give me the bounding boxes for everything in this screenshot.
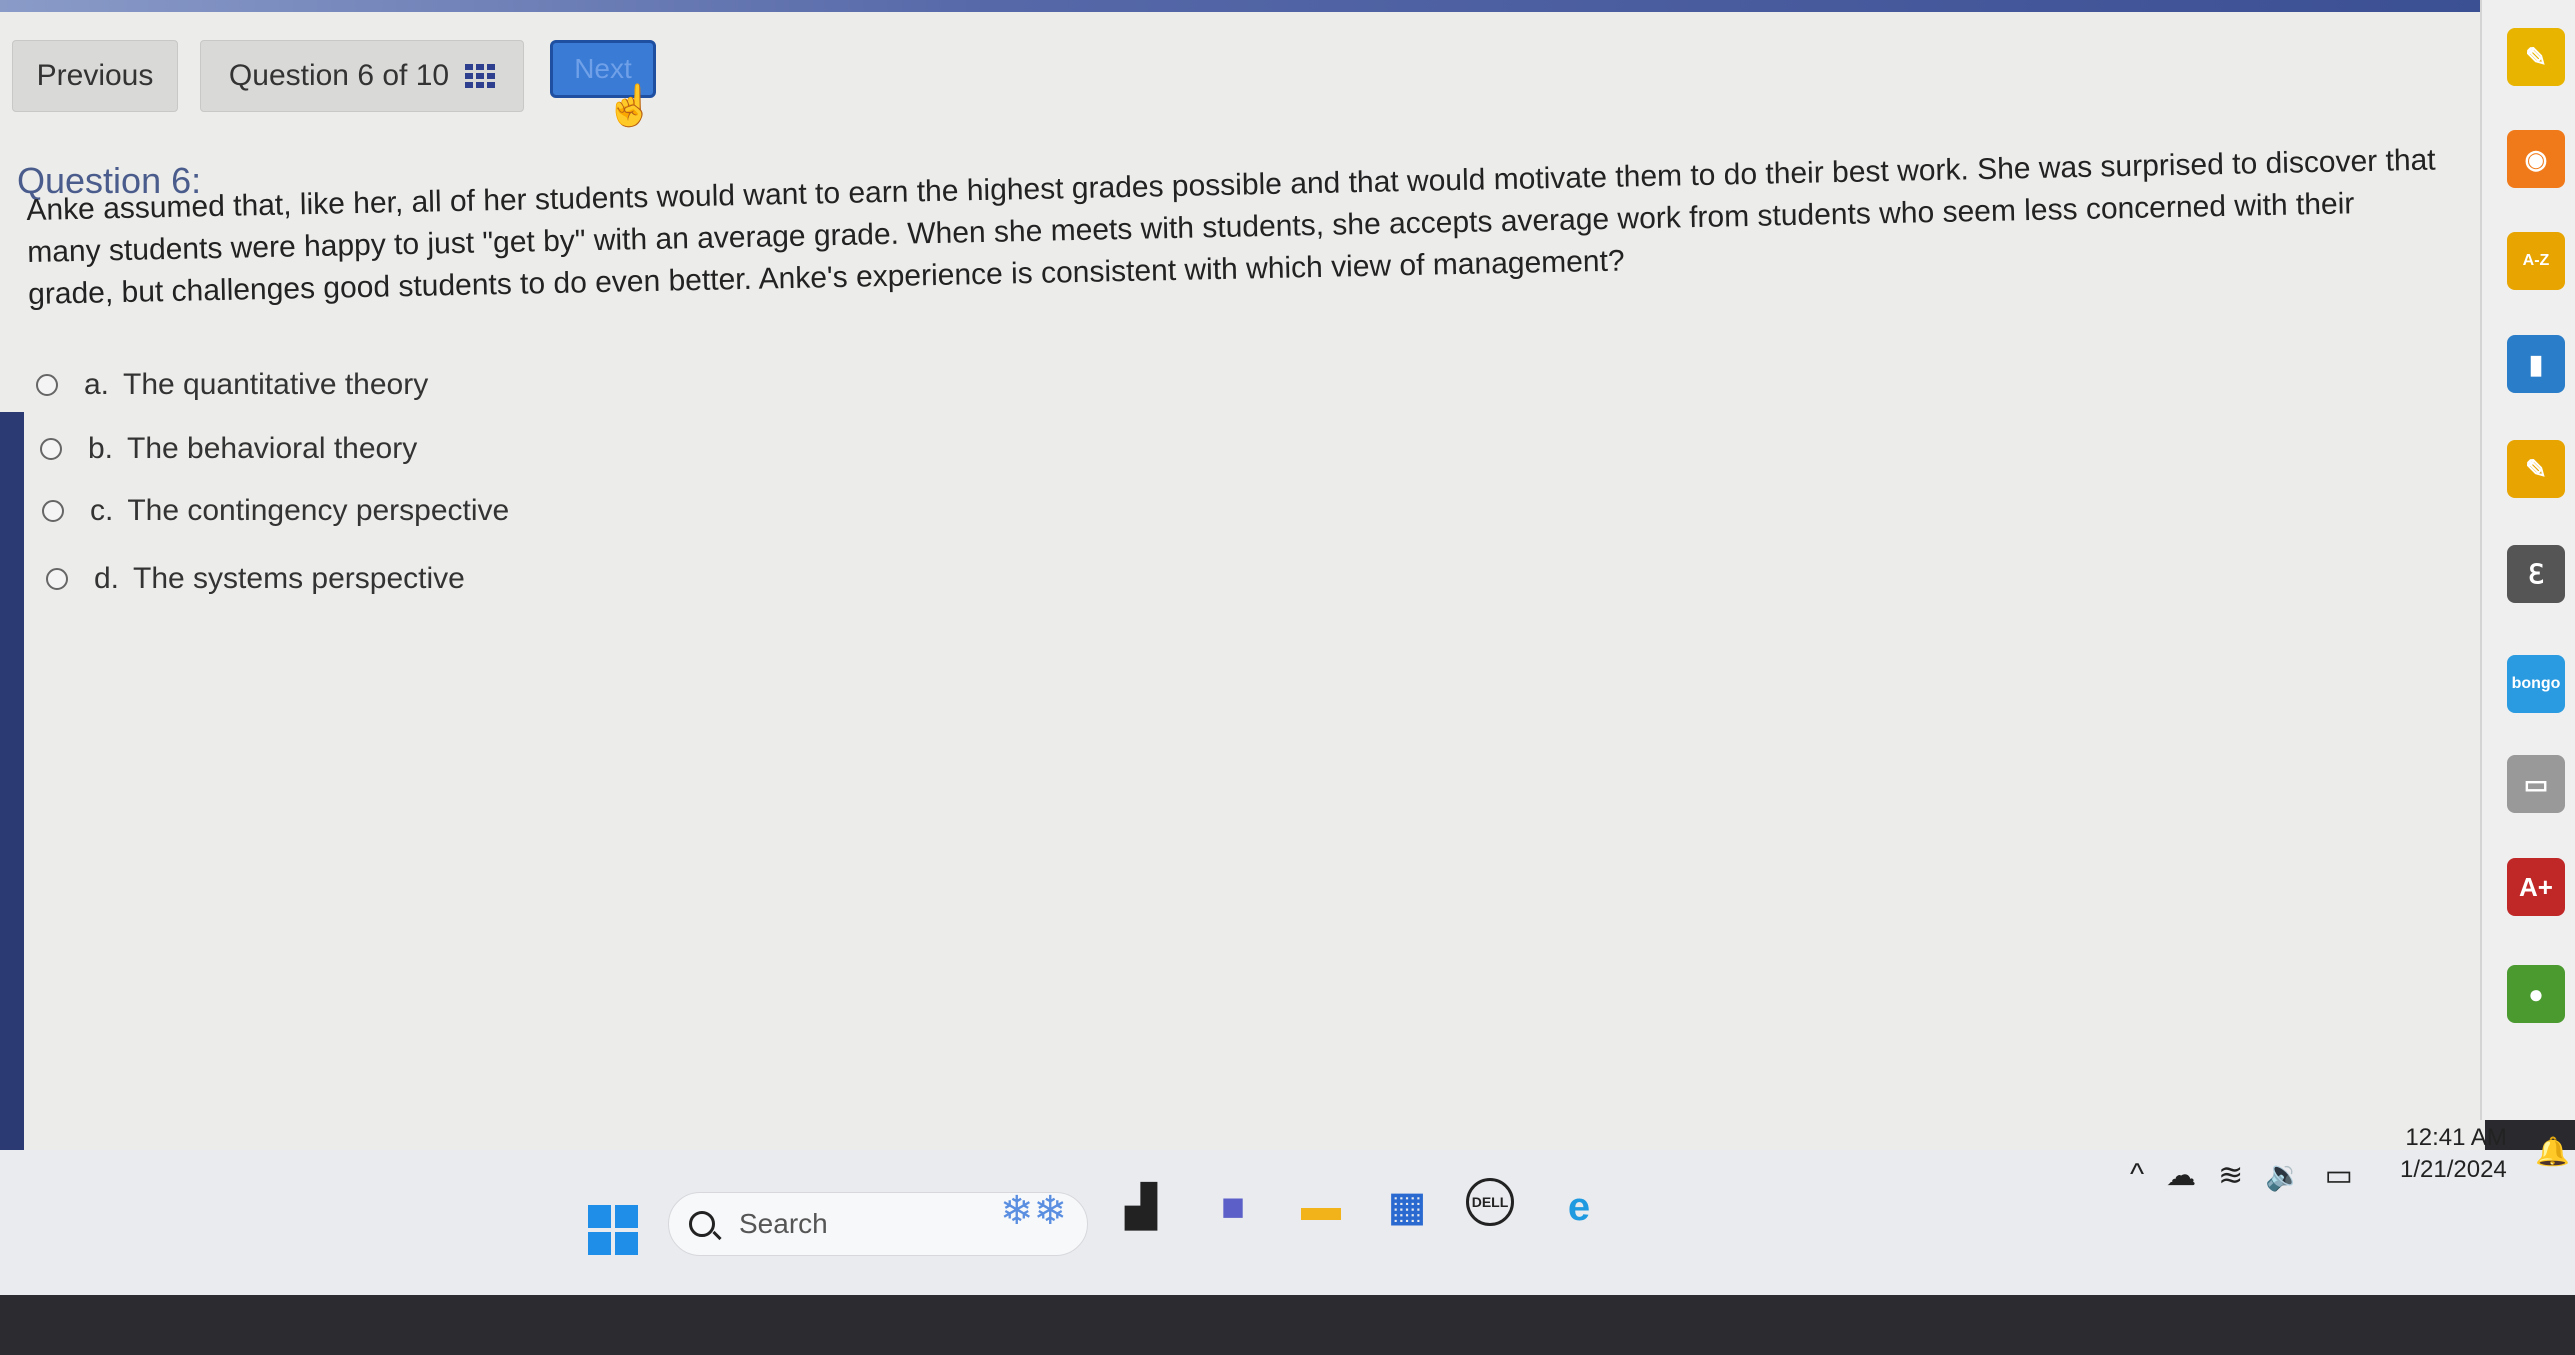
radio-button[interactable] — [46, 568, 68, 590]
taskbar-clock[interactable]: 12:41 AM 1/21/2024 — [2400, 1122, 2507, 1186]
hand-cursor-icon: ☝ — [605, 84, 655, 128]
volume-icon[interactable]: 🔉 — [2265, 1158, 2302, 1193]
screen: Previous Question 6 of 10 Next ☝ Questio… — [0, 0, 2575, 1355]
previous-button[interactable]: Previous — [12, 40, 178, 112]
left-shadow — [0, 412, 24, 1212]
dell-icon[interactable]: DELL — [1466, 1178, 1514, 1226]
windows-start-icon[interactable] — [588, 1205, 638, 1255]
a-z-icon[interactable]: A-Z — [2507, 232, 2565, 290]
book-icon[interactable]: ▮ — [2507, 335, 2565, 393]
flashcard-icon[interactable]: ▭ — [2507, 755, 2565, 813]
grid-icon — [465, 64, 496, 88]
question-counter-label: Question 6 of 10 — [228, 59, 450, 92]
clock-date: 1/21/2024 — [2400, 1156, 2507, 1183]
answer-option-b[interactable]: b. The behavioral theory — [40, 432, 417, 466]
snowflake-widget-icon: ❄❄ — [1000, 1189, 1068, 1233]
text-to-speech-icon[interactable]: ℇ — [2507, 545, 2565, 603]
radio-button[interactable] — [36, 374, 58, 396]
task-view-icon[interactable]: ▟ — [1112, 1178, 1170, 1236]
search-icon — [689, 1211, 715, 1237]
file-explorer-icon[interactable]: ▬ — [1292, 1178, 1350, 1236]
edge-icon[interactable]: e — [1550, 1178, 1608, 1236]
teams-meet-icon[interactable]: ■ — [1204, 1178, 1262, 1236]
radio-button[interactable] — [42, 500, 64, 522]
answer-option-a[interactable]: a. The quantitative theory — [36, 368, 428, 402]
radio-button[interactable] — [40, 438, 62, 460]
bongo-icon[interactable]: bongo — [2507, 655, 2565, 713]
notes-icon[interactable]: ✎ — [2507, 440, 2565, 498]
question-counter-button[interactable]: Question 6 of 10 — [200, 40, 524, 112]
monitor-bezel — [0, 1295, 2575, 1355]
grade-icon[interactable]: A+ — [2507, 858, 2565, 916]
store-icon[interactable]: ▦ — [1378, 1178, 1436, 1236]
option-letter: c. — [90, 494, 114, 527]
clock-time: 12:41 AM — [2405, 1124, 2507, 1151]
option-letter: a. — [84, 368, 110, 401]
option-letter: b. — [88, 432, 114, 465]
chevron-up-icon[interactable]: ^ — [2130, 1158, 2144, 1192]
notification-bell-icon[interactable]: 🔔 — [2535, 1135, 2570, 1168]
option-label: The behavioral theory — [127, 432, 418, 465]
option-label: The contingency perspective — [127, 494, 510, 527]
system-tray: ^ ☁ ≋ 🔉 ▭ — [2130, 1145, 2353, 1205]
onedrive-icon[interactable]: ☁ — [2166, 1158, 2196, 1193]
search-placeholder: Search — [739, 1208, 828, 1239]
option-label: The systems perspective — [133, 562, 465, 595]
rss-icon[interactable]: ◉ — [2507, 130, 2565, 188]
wifi-icon[interactable]: ≋ — [2218, 1158, 2243, 1193]
answer-option-c[interactable]: c. The contingency perspective — [42, 494, 509, 528]
option-letter: d. — [94, 562, 120, 595]
pencil-icon[interactable]: ✎ — [2507, 28, 2565, 86]
battery-icon[interactable]: ▭ — [2325, 1158, 2353, 1193]
option-label: The quantitative theory — [123, 368, 429, 401]
answer-option-d[interactable]: d. The systems perspective — [46, 562, 465, 596]
profile-icon[interactable]: ● — [2507, 965, 2565, 1023]
